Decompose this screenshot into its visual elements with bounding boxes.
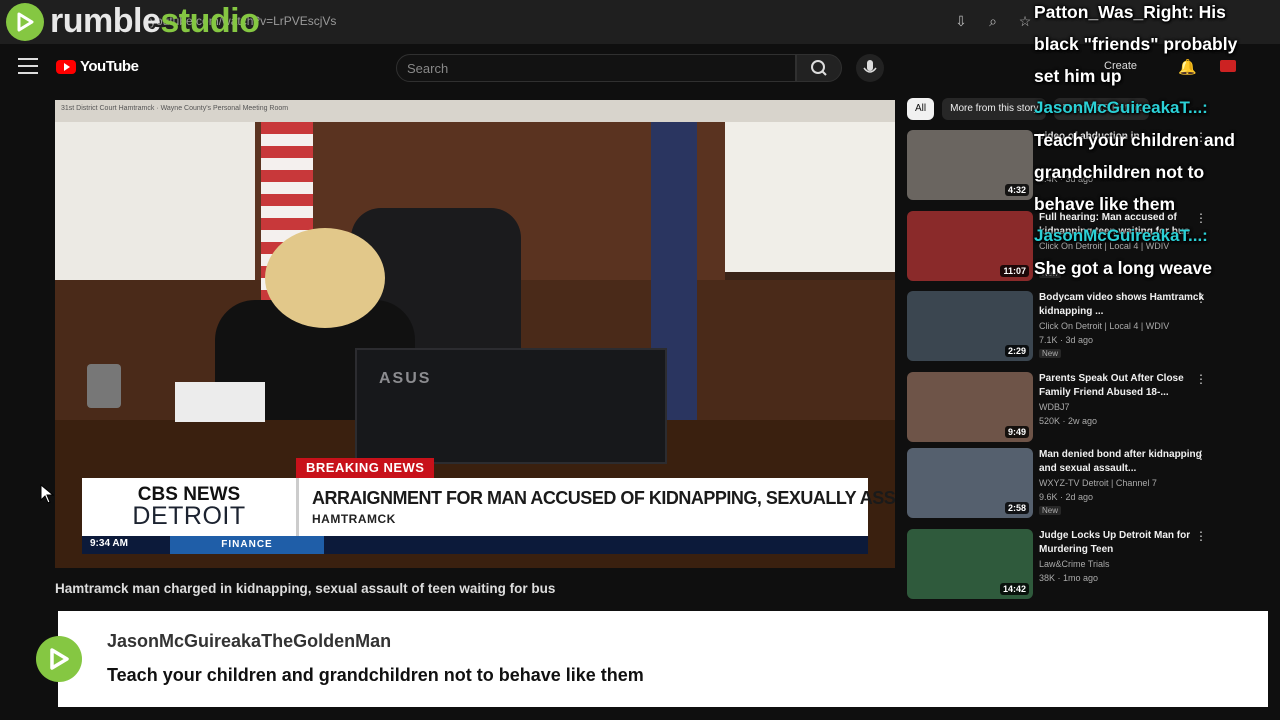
- recommendation-meta: 7.1K · 3d ago: [1039, 335, 1094, 345]
- search-button[interactable]: [796, 54, 842, 82]
- news-location: HAMTRAMCK: [312, 512, 396, 526]
- rumble-play-icon: [6, 2, 44, 41]
- youtube-play-icon: [56, 59, 76, 74]
- courtroom-wall: [55, 122, 265, 282]
- video-player[interactable]: 31st District Court Hamtramck · Wayne Co…: [55, 100, 895, 568]
- search-icon: [811, 60, 827, 76]
- laptop: ASUS: [355, 348, 667, 464]
- browser-action-icons: ⇩ ⌕ ☆: [952, 12, 1034, 30]
- video-thumbnail[interactable]: 2:29: [907, 291, 1033, 361]
- featured-comment-banner: JasonMcGuireakaTheGoldenMan Teach your c…: [58, 611, 1268, 707]
- recommendation-item[interactable]: 2:58 Man denied bond after kidnapping and…: [907, 448, 1257, 518]
- video-thumbnail[interactable]: 4:32: [907, 130, 1033, 200]
- banner-username: JasonMcGuireakaTheGoldenMan: [107, 631, 392, 651]
- news-headline: ARRAIGNMENT FOR MAN ACCUSED OF KIDNAPPIN…: [312, 488, 895, 508]
- banner-message: Teach your children and grandchildren no…: [107, 665, 644, 685]
- rumble-play-icon: [36, 636, 82, 682]
- more-options-icon[interactable]: ⋮: [1195, 448, 1208, 462]
- court-stream-title: 31st District Court Hamtramck · Wayne Co…: [61, 105, 289, 112]
- video-title: Hamtramck man charged in kidnapping, sex…: [55, 581, 556, 596]
- cbs-detroit-logo: CBS NEWS DETROIT: [82, 478, 299, 536]
- more-options-icon[interactable]: ⋮: [1195, 529, 1208, 543]
- recommendation-channel[interactable]: WDBJ7: [1039, 402, 1070, 412]
- video-duration: 4:32: [1004, 184, 1029, 196]
- chat-message-text: grandchildren not to: [1034, 162, 1205, 182]
- recommendation-title[interactable]: Bodycam video shows Hamtramck kidnapping…: [1039, 291, 1209, 319]
- hamburger-menu-icon[interactable]: [18, 58, 38, 74]
- video-thumbnail[interactable]: 11:07: [907, 211, 1033, 281]
- recommendation-title[interactable]: Parents Speak Out After Close Family Fri…: [1039, 372, 1209, 400]
- install-icon[interactable]: ⇩: [952, 12, 970, 30]
- chat-message-text: Patton_Was_Right: His: [1034, 2, 1226, 22]
- recommendation-item[interactable]: 9:49 Parents Speak Out After Close Family…: [907, 372, 1257, 442]
- recommendation-title[interactable]: Man denied bond after kidnapping and sex…: [1039, 448, 1209, 476]
- banner-rumble-logo: [18, 611, 100, 707]
- tumbler-cup: [87, 364, 121, 408]
- breaking-news-tag: BREAKING NEWS: [296, 458, 435, 478]
- recommendation-meta: 9.6K · 2d ago: [1039, 492, 1094, 502]
- laptop-brand: ASUS: [379, 370, 432, 387]
- chat-message-text: She got a long weave: [1034, 258, 1212, 278]
- ticker-section: FINANCE: [170, 536, 324, 554]
- recommendation-meta: 38K · 1mo ago: [1039, 573, 1099, 583]
- chip-more-from-story[interactable]: More from this story: [942, 98, 1047, 120]
- chat-message-text: Teach your children and: [1034, 130, 1235, 150]
- recommendation-title[interactable]: Judge Locks Up Detroit Man for Murdering…: [1039, 529, 1209, 557]
- youtube-logo-text: YouTube: [80, 58, 139, 75]
- video-duration: 9:49: [1004, 426, 1029, 438]
- video-thumbnail[interactable]: 14:42: [907, 529, 1033, 599]
- court-stream-bar: 31st District Court Hamtramck · Wayne Co…: [55, 100, 895, 122]
- recommendation-channel[interactable]: Click On Detroit | Local 4 | WDIV: [1039, 321, 1169, 331]
- video-thumbnail[interactable]: 9:49: [907, 372, 1033, 442]
- chip-all[interactable]: All: [907, 98, 935, 120]
- video-duration: 2:29: [1004, 345, 1029, 357]
- studio-logo-text: studio: [160, 2, 260, 40]
- recommendation-item[interactable]: 2:29 Bodycam video shows Hamtramck kidnap…: [907, 291, 1257, 361]
- mouse-cursor-icon: [40, 483, 55, 509]
- more-options-icon[interactable]: ⋮: [1195, 372, 1208, 386]
- chat-username: JasonMcGuireakaT...:: [1034, 98, 1208, 117]
- video-duration: 14:42: [999, 583, 1029, 595]
- chat-message-text: black "friends" probably: [1034, 34, 1238, 54]
- new-badge: New: [1039, 506, 1062, 515]
- recommendation-meta: 520K · 2w ago: [1039, 416, 1098, 426]
- recommendation-item[interactable]: 14:42 Judge Locks Up Detroit Man for Murd…: [907, 529, 1257, 599]
- station-city: DETROIT: [132, 502, 246, 530]
- new-badge: New: [1039, 349, 1062, 358]
- more-options-icon[interactable]: ⋮: [1195, 291, 1208, 305]
- news-ticker: 9:34 AM FINANCE: [82, 536, 868, 554]
- courtroom-wall: [725, 122, 895, 272]
- news-lower-third: CBS NEWS DETROIT ARRAIGNMENT FOR MAN ACC…: [82, 478, 895, 536]
- bookmark-star-icon[interactable]: ☆: [1016, 12, 1034, 30]
- microphone-button[interactable]: [856, 54, 884, 82]
- rumble-studio-logo: rumblestudio: [6, 2, 260, 41]
- judge-head: [265, 228, 385, 328]
- zoom-icon[interactable]: ⌕: [984, 12, 1002, 30]
- recommendation-channel[interactable]: WXYZ-TV Detroit | Channel 7: [1039, 478, 1157, 488]
- recommendation-channel[interactable]: Law&Crime Trials: [1039, 559, 1110, 569]
- video-duration: 2:58: [1004, 502, 1029, 514]
- papers: [175, 382, 265, 422]
- search-input[interactable]: Search: [396, 54, 796, 82]
- live-chat-overlay: Patton_Was_Right: His black "friends" pr…: [1034, 0, 1270, 284]
- chat-message-text: behave like them: [1034, 194, 1176, 214]
- rumble-logo-text: rumble: [50, 2, 161, 40]
- chat-username: JasonMcGuireakaT...:: [1034, 226, 1208, 245]
- ticker-time: 9:34 AM: [90, 538, 128, 549]
- chat-message-text: set him up: [1034, 66, 1122, 86]
- video-duration: 11:07: [1000, 265, 1029, 277]
- microphone-icon: [863, 60, 877, 73]
- youtube-logo[interactable]: YouTube: [56, 58, 139, 75]
- video-thumbnail[interactable]: 2:58: [907, 448, 1033, 518]
